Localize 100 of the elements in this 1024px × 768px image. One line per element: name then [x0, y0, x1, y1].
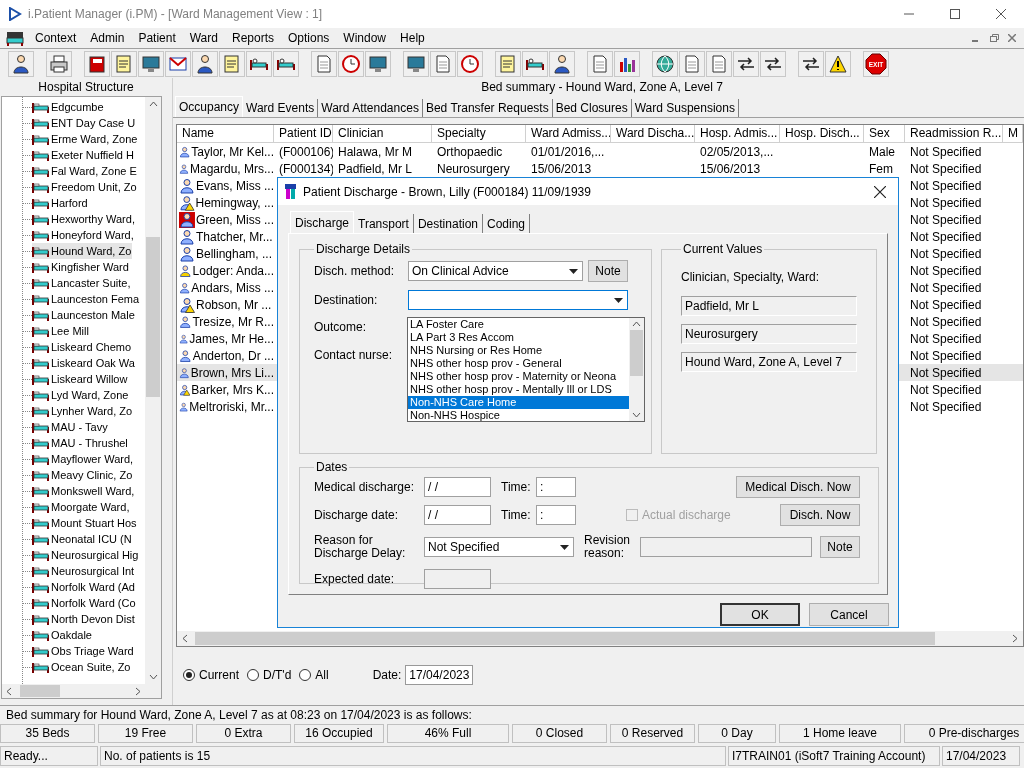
- group-title: Discharge Details: [315, 241, 412, 258]
- radio-button[interactable]: [299, 669, 312, 681]
- scroll-thumb[interactable]: [195, 632, 935, 645]
- list-option[interactable]: NHS other hosp prov - Mentally Ill or LDS: [408, 383, 629, 396]
- destination-list[interactable]: [407, 317, 645, 422]
- toolbar-button[interactable]: [273, 50, 299, 77]
- radio-option[interactable]: Current: [183, 666, 239, 684]
- document-icon: [682, 53, 702, 74]
- list-option[interactable]: Non-NHS Hospice: [408, 409, 629, 421]
- menu-item[interactable]: Patient: [131, 29, 183, 47]
- date-field[interactable]: / /: [424, 477, 491, 497]
- toolbar-button[interactable]: [165, 50, 191, 77]
- radio-option[interactable]: All: [299, 666, 329, 684]
- monitor-icon: [368, 53, 388, 74]
- toolbar-button[interactable]: [825, 50, 851, 77]
- disch-method-dropdown[interactable]: On Clinical Advice: [408, 261, 583, 281]
- field-label: Revision reason:: [584, 534, 632, 560]
- toolbar-button[interactable]: [46, 50, 72, 77]
- bed-icon: [32, 500, 49, 514]
- menu-item[interactable]: Admin: [83, 29, 132, 47]
- toolbar-button[interactable]: [138, 50, 164, 77]
- note-button[interactable]: Note: [588, 260, 628, 282]
- discharge-now-button[interactable]: Disch. Now: [780, 504, 860, 526]
- vertical-scrollbar[interactable]: [145, 97, 161, 684]
- table-cell: Not Specified: [910, 161, 982, 176]
- menu-item[interactable]: Help: [393, 29, 432, 47]
- date-field[interactable]: / /: [424, 505, 491, 525]
- scroll-thumb[interactable]: [20, 685, 60, 697]
- column-header[interactable]: Ward Discha...: [611, 125, 695, 143]
- radio-option[interactable]: D/T'd: [247, 666, 292, 684]
- tab[interactable]: Ward Suspensions: [631, 99, 739, 117]
- table-cell: Neurosurgery: [437, 161, 510, 176]
- scroll-thumb[interactable]: [146, 237, 160, 397]
- column-header[interactable]: Readmission R...: [905, 125, 1003, 143]
- note-button[interactable]: Note: [820, 536, 860, 558]
- column-header[interactable]: Clinician: [333, 125, 432, 143]
- list-option[interactable]: NHS other hosp prov - Maternity or Neona: [408, 370, 629, 383]
- toolbar-button[interactable]: [246, 50, 272, 77]
- clock-icon: [341, 53, 361, 74]
- list-option[interactable]: NHS other hosp prov - General: [408, 357, 629, 370]
- toolbar-button[interactable]: [365, 50, 391, 77]
- tab[interactable]: Discharge: [290, 211, 355, 233]
- menu-item[interactable]: Ward: [182, 29, 225, 47]
- bed-icon: [32, 164, 49, 178]
- dialog-button[interactable]: OK: [720, 603, 800, 626]
- dropdown-arrow-icon: [560, 544, 569, 550]
- menu-item[interactable]: Options: [281, 29, 337, 47]
- table-cell: 15/06/2013: [700, 161, 761, 176]
- table-cell: Not Specified: [910, 297, 982, 312]
- menu-item[interactable]: Context: [28, 29, 84, 47]
- notepad-icon: [114, 53, 134, 74]
- tab[interactable]: Occupancy: [175, 96, 244, 117]
- table-cell: Not Specified: [910, 212, 982, 227]
- toolbar-button[interactable]: [192, 50, 218, 77]
- column-header[interactable]: Hosp. Disch...: [780, 125, 864, 143]
- list-option[interactable]: NHS Nursing or Res Home: [408, 344, 629, 357]
- toolbar-button[interactable]: [522, 50, 548, 77]
- vertical-scrollbar[interactable]: [629, 318, 644, 421]
- list-option[interactable]: LA Foster Care: [408, 318, 629, 331]
- delay-reason-dropdown[interactable]: Not Specified: [424, 537, 574, 557]
- horizontal-scrollbar[interactable]: [2, 684, 161, 698]
- toolbar-button[interactable]: [84, 50, 110, 77]
- column-header[interactable]: M: [1003, 125, 1023, 143]
- column-header[interactable]: Ward Admiss...: [526, 125, 611, 143]
- tab[interactable]: Ward Attendances: [318, 99, 423, 117]
- column-header[interactable]: Specialty: [432, 125, 526, 143]
- toolbar-button[interactable]: [338, 50, 364, 77]
- column-header[interactable]: Patient ID: [274, 125, 333, 143]
- toolbar-button[interactable]: [549, 50, 575, 77]
- table-cell: Not Specified: [910, 348, 982, 363]
- toolbar-button[interactable]: [8, 50, 34, 77]
- menu-item[interactable]: Reports: [224, 29, 281, 47]
- destination-dropdown[interactable]: [408, 290, 628, 310]
- radio-button[interactable]: [183, 669, 195, 681]
- bed-icon: [32, 180, 49, 194]
- toolbar-button[interactable]: [457, 50, 483, 77]
- time-field[interactable]: :: [536, 505, 576, 525]
- toolbar-button[interactable]: [652, 50, 678, 77]
- scroll-thumb[interactable]: [630, 330, 643, 376]
- toolbar-button[interactable]: [733, 50, 759, 77]
- list-option[interactable]: LA Part 3 Res Accom: [408, 331, 629, 344]
- toolbar-button[interactable]: [760, 50, 786, 77]
- toolbar-button[interactable]: [798, 50, 824, 77]
- horizontal-scrollbar[interactable]: [177, 631, 1023, 646]
- column-header[interactable]: Sex: [864, 125, 905, 143]
- date-field[interactable]: 17/04/2023: [405, 665, 474, 685]
- medical-discharge-now-button[interactable]: Medical Disch. Now: [736, 476, 860, 498]
- close-icon: [1008, 34, 1016, 42]
- column-header[interactable]: Hosp. Admis...: [695, 125, 780, 143]
- menu-item[interactable]: Window: [336, 29, 394, 47]
- toolbar-button[interactable]: [403, 50, 429, 77]
- dialog-button[interactable]: Cancel: [809, 603, 889, 626]
- summary-cell: 0 Extra: [196, 724, 291, 743]
- column-header[interactable]: Name: [177, 125, 274, 143]
- bed-icon: [32, 388, 49, 402]
- time-field[interactable]: :: [536, 477, 576, 497]
- radio-button[interactable]: [247, 669, 259, 681]
- list-option[interactable]: Non-NHS Care Home: [408, 396, 629, 409]
- tree-item[interactable]: Hound Ward, Zo: [32, 243, 133, 259]
- tab[interactable]: Ward Events: [243, 99, 319, 117]
